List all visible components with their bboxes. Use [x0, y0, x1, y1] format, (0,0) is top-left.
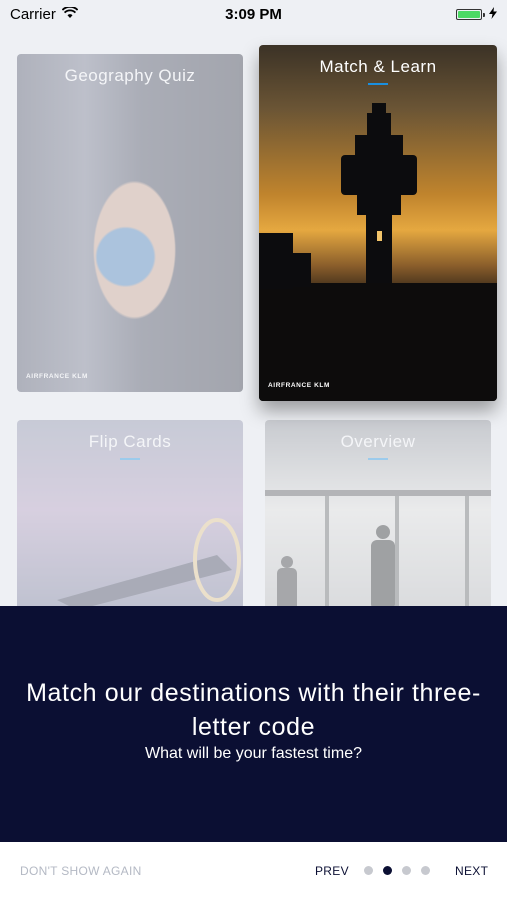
onboarding-footer: DON'T SHOW AGAIN PREV NEXT — [0, 842, 507, 900]
card-title: Match & Learn — [319, 57, 437, 76]
page-dot[interactable] — [421, 866, 430, 875]
status-time: 3:09 PM — [225, 5, 282, 23]
page-dot-active[interactable] — [383, 866, 392, 875]
card-match-and-learn[interactable]: Match & Learn AIRFRANCE KLM — [259, 45, 497, 401]
card-title-underline — [368, 83, 388, 85]
control-tower-image — [259, 103, 497, 401]
description-panel: Match our destinations with their three-… — [0, 606, 507, 842]
card-title-underline — [368, 458, 388, 460]
panel-subtitle: What will be your fastest time? — [145, 745, 362, 762]
page-dot[interactable] — [364, 866, 373, 875]
status-bar: Carrier 3:09 PM — [0, 0, 507, 28]
panel-headline: Match our destinations with their three-… — [26, 679, 481, 741]
card-title: Flip Cards — [88, 432, 172, 451]
card-geography-quiz[interactable]: Geography Quiz AIRFRANCE KLM — [17, 54, 243, 392]
card-title-underline — [120, 458, 140, 460]
card-overview[interactable]: Overview — [265, 420, 491, 620]
airfrance-klm-logo: AIRFRANCE KLM — [26, 373, 88, 380]
card-flip-cards[interactable]: Flip Cards — [17, 420, 243, 620]
next-button[interactable]: NEXT — [455, 864, 488, 878]
card-title: Overview — [340, 432, 416, 451]
prev-button[interactable]: PREV — [315, 864, 349, 878]
dont-show-again-button[interactable]: DON'T SHOW AGAIN — [20, 864, 142, 878]
page-indicator — [364, 866, 430, 875]
airfrance-klm-logo: AIRFRANCE KLM — [268, 382, 330, 389]
card-title: Geography Quiz — [64, 66, 196, 85]
page-dot[interactable] — [402, 866, 411, 875]
battery-icon — [456, 8, 485, 20]
